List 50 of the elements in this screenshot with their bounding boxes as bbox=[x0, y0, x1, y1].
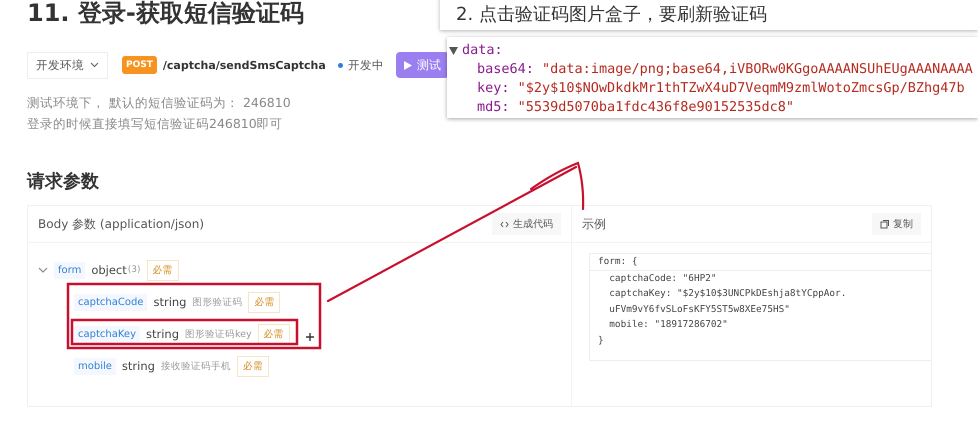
property-key: md5: bbox=[477, 98, 510, 117]
required-tag: 必需 bbox=[146, 260, 179, 280]
field-description: 图形验证码key bbox=[185, 328, 252, 340]
property-value: "$2y$10$NOwDkdkMr1thTZwX4uD7VeqmM9zmlWotoZmcsGp/BZhg47b bbox=[518, 79, 965, 98]
field-type: object bbox=[91, 263, 127, 277]
code-icon bbox=[500, 220, 509, 228]
property-value: "5539d5070ba1fdc436f8e90152535dc8" bbox=[518, 98, 794, 117]
code-line: uFVm9vY6fvSLoFsKFY5ST5w8XEe75HS" bbox=[608, 304, 790, 314]
required-tag: 必需 bbox=[248, 292, 280, 312]
description-text: 测试环境下， 默认的短信验证码为： 246810 bbox=[27, 94, 291, 112]
field-description: 图形验证码 bbox=[192, 296, 242, 308]
method-badge: POST bbox=[122, 56, 157, 74]
field-name: form bbox=[54, 262, 86, 278]
disclosure-triangle-icon[interactable] bbox=[449, 46, 458, 54]
field-type: string bbox=[122, 359, 155, 373]
play-icon bbox=[404, 60, 412, 70]
copy-icon bbox=[880, 220, 889, 228]
plus-icon bbox=[305, 332, 315, 342]
environment-select[interactable]: 开发环境 bbox=[27, 52, 108, 78]
property-value: "data:image/png;base64,iVBORw0KGgoAAAANSUhEUgAAANAAAA bbox=[542, 60, 973, 79]
property-key: key: bbox=[477, 79, 510, 98]
object-key: data: bbox=[462, 41, 503, 60]
field-type: string bbox=[153, 295, 186, 309]
chevron-icon[interactable] bbox=[38, 266, 48, 274]
field-count: (3) bbox=[128, 265, 141, 275]
field-type: string bbox=[146, 327, 180, 341]
description-text: 登录的时候直接填写短信验证码246810即可 bbox=[27, 115, 283, 133]
field-name: captchaKey bbox=[74, 326, 140, 342]
field-name: mobile bbox=[74, 358, 116, 374]
property-key: base64: bbox=[477, 60, 534, 79]
required-tag: 必需 bbox=[258, 324, 290, 344]
chevron-icon bbox=[90, 62, 99, 68]
endpoint-path: /captcha/sendSmsCaptcha bbox=[162, 58, 326, 72]
generate-code-button[interactable]: 生成代码 bbox=[492, 213, 561, 235]
code-line: } bbox=[598, 334, 604, 346]
status-label: 开发中 bbox=[348, 58, 384, 72]
status-dot bbox=[338, 62, 343, 68]
panel-header: 示例 bbox=[582, 216, 606, 232]
page-title: 11. 登录-获取短信验证码 bbox=[27, 0, 304, 28]
code-line: captchaKey: "$2y$10$3UNCPkDEshja8tYCppAor. bbox=[608, 288, 846, 299]
panel-header: Body 参数 (application/json) bbox=[38, 216, 204, 232]
copy-button[interactable]: 复制 bbox=[872, 213, 921, 235]
code-line: form: { bbox=[598, 256, 638, 267]
field-description: 接收验证码手机 bbox=[160, 360, 231, 372]
field-name: captchaCode bbox=[74, 294, 148, 310]
section-heading: 请求参数 bbox=[27, 170, 99, 194]
required-tag: 必需 bbox=[236, 356, 269, 376]
code-line: mobile: "18917286702" bbox=[608, 319, 728, 330]
code-line: captchaCode: "6HP2" bbox=[608, 272, 717, 284]
annotation-note: 2. 点击验证码图片盒子，要刷新验证码 bbox=[440, 0, 978, 30]
